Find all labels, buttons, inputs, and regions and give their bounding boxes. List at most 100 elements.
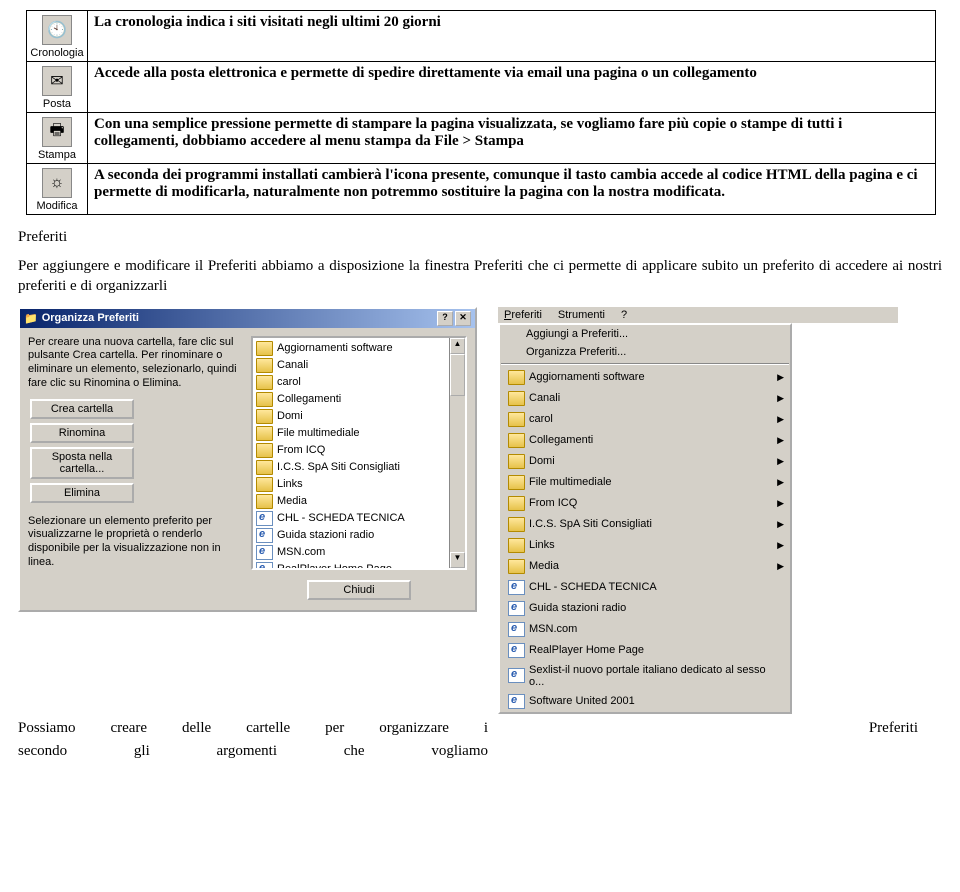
rename-button[interactable]: Rinomina bbox=[30, 423, 134, 443]
list-item[interactable]: CHL - SCHEDA TECNICA bbox=[253, 510, 465, 527]
scrollbar[interactable]: ▲ ▼ bbox=[449, 338, 465, 568]
toolbar-icon: 🕙 bbox=[42, 15, 72, 45]
menu-item[interactable]: Links ▶ bbox=[500, 535, 790, 556]
ie-icon bbox=[508, 601, 525, 616]
dialog-titlebar[interactable]: 📁 Organizza Preferiti ? ✕ bbox=[20, 309, 475, 328]
close-icon[interactable]: ✕ bbox=[455, 311, 471, 326]
menu-add-favorites[interactable]: Aggiungi a Preferiti... bbox=[500, 325, 790, 343]
list-item-label: File multimediale bbox=[277, 427, 360, 439]
folder-icon: 📁 bbox=[24, 312, 38, 325]
submenu-arrow-icon: ▶ bbox=[777, 477, 784, 488]
create-folder-button[interactable]: Crea cartella bbox=[30, 399, 134, 419]
menu-item[interactable]: Canali▶ bbox=[500, 388, 790, 409]
menu-item-label: CHL - SCHEDA TECNICA bbox=[529, 581, 657, 593]
menu-item-label: Sexlist-il nuovo portale italiano dedica… bbox=[529, 664, 772, 688]
toolbar-icon: ☼ bbox=[42, 168, 72, 198]
menu-item-label: Guida stazioni radio bbox=[529, 602, 626, 614]
menu-item[interactable]: Media▶ bbox=[500, 556, 790, 577]
menu-item-label: From ICQ bbox=[529, 497, 577, 509]
menu-item[interactable]: carol▶ bbox=[500, 409, 790, 430]
list-item-label: Media bbox=[277, 495, 307, 507]
menu-item[interactable]: MSN.com bbox=[500, 619, 790, 640]
toolbar-label: Modifica bbox=[29, 200, 85, 212]
menu-item-label: Aggiornamenti software bbox=[529, 371, 645, 383]
menu-item[interactable]: Sexlist-il nuovo portale italiano dedica… bbox=[500, 661, 790, 691]
list-item[interactable]: Collegamenti bbox=[253, 391, 465, 408]
menu-item-label: Software United 2001 bbox=[529, 695, 635, 707]
menu-item-label: Links bbox=[529, 539, 555, 551]
menu-item[interactable]: CHL - SCHEDA TECNICA bbox=[500, 577, 790, 598]
list-item[interactable]: From ICQ bbox=[253, 442, 465, 459]
list-item[interactable]: RealPlayer Home Page bbox=[253, 561, 465, 570]
ie-icon bbox=[508, 694, 525, 709]
folder-icon bbox=[508, 454, 525, 469]
folder-icon bbox=[256, 426, 273, 441]
favorites-listbox[interactable]: Aggiornamenti software Canalicarol Collega… bbox=[251, 336, 467, 570]
folder-icon bbox=[508, 517, 525, 532]
menu-tools[interactable]: Strumenti bbox=[558, 309, 605, 321]
menu-item-label: RealPlayer Home Page bbox=[529, 644, 644, 656]
list-item-label: Collegamenti bbox=[277, 393, 341, 405]
menu-item[interactable]: Collegamenti▶ bbox=[500, 430, 790, 451]
toolbar-description: Con una semplice pressione permette di s… bbox=[88, 113, 936, 164]
menu-help[interactable]: ? bbox=[621, 309, 627, 321]
menu-item-label: Domi bbox=[529, 455, 555, 467]
menu-item[interactable]: From ICQ ▶ bbox=[500, 493, 790, 514]
delete-button[interactable]: Elimina bbox=[30, 483, 134, 503]
list-item[interactable]: Aggiornamenti software bbox=[253, 340, 465, 357]
ie-icon bbox=[508, 643, 525, 658]
toolbar-cell: 🕙 Cronologia bbox=[27, 11, 88, 62]
menu-item[interactable]: Guida stazioni radio bbox=[500, 598, 790, 619]
list-item-label: Aggiornamenti software bbox=[277, 342, 393, 354]
submenu-arrow-icon: ▶ bbox=[777, 540, 784, 551]
submenu-arrow-icon: ▶ bbox=[777, 498, 784, 509]
folder-icon bbox=[256, 341, 273, 356]
organize-favorites-dialog: 📁 Organizza Preferiti ? ✕ Per creare una… bbox=[18, 307, 477, 612]
close-button[interactable]: Chiudi bbox=[307, 580, 411, 600]
submenu-arrow-icon: ▶ bbox=[777, 435, 784, 446]
list-item[interactable]: Links bbox=[253, 476, 465, 493]
menu-item[interactable]: Domi▶ bbox=[500, 451, 790, 472]
menu-organize-favorites[interactable]: Organizza Preferiti... bbox=[500, 343, 790, 361]
dialog-instructions-2: Selezionare un elemento preferito per vi… bbox=[28, 515, 243, 570]
list-item[interactable]: I.C.S. SpA Siti Consigliati bbox=[253, 459, 465, 476]
footer-text: Possiamo creare delle cartelle per organ… bbox=[18, 720, 928, 737]
menu-item-label: carol bbox=[529, 413, 553, 425]
list-item[interactable]: File multimediale bbox=[253, 425, 465, 442]
list-item[interactable]: Media bbox=[253, 493, 465, 510]
toolbar-icon: ✉ bbox=[42, 66, 72, 96]
help-button[interactable]: ? bbox=[437, 311, 453, 326]
menu-item[interactable]: File multimediale▶ bbox=[500, 472, 790, 493]
scroll-down-icon[interactable]: ▼ bbox=[450, 552, 465, 568]
menu-favorites[interactable]: PPreferitireferiti bbox=[504, 309, 542, 321]
list-item[interactable]: carol bbox=[253, 374, 465, 391]
menu-bar[interactable]: PPreferitireferiti Strumenti ? bbox=[498, 307, 898, 323]
submenu-arrow-icon: ▶ bbox=[777, 393, 784, 404]
menu-item[interactable]: Software United 2001 bbox=[500, 691, 790, 712]
list-item-label: RealPlayer Home Page bbox=[277, 563, 392, 570]
ie-icon bbox=[256, 528, 273, 543]
ie-icon bbox=[508, 580, 525, 595]
folder-icon bbox=[256, 494, 273, 509]
scroll-up-icon[interactable]: ▲ bbox=[450, 338, 465, 354]
list-item[interactable]: MSN.com bbox=[253, 544, 465, 561]
folder-icon bbox=[508, 391, 525, 406]
list-item-label: I.C.S. SpA Siti Consigliati bbox=[277, 461, 400, 473]
list-item[interactable]: Domi bbox=[253, 408, 465, 425]
menu-item-label: I.C.S. SpA Siti Consigliati bbox=[529, 518, 652, 530]
ie-icon bbox=[256, 562, 273, 570]
list-item[interactable]: Guida stazioni radio bbox=[253, 527, 465, 544]
menu-item-label: MSN.com bbox=[529, 623, 577, 635]
list-item[interactable]: Canali bbox=[253, 357, 465, 374]
menu-item[interactable]: Aggiornamenti software▶ bbox=[500, 367, 790, 388]
submenu-arrow-icon: ▶ bbox=[777, 561, 784, 572]
list-item-label: CHL - SCHEDA TECNICA bbox=[277, 512, 405, 524]
list-item-label: Links bbox=[277, 478, 303, 490]
menu-item[interactable]: RealPlayer Home Page bbox=[500, 640, 790, 661]
menu-item[interactable]: I.C.S. SpA Siti Consigliati▶ bbox=[500, 514, 790, 535]
move-to-folder-button[interactable]: Sposta nella cartella... bbox=[30, 447, 134, 479]
toolbar-label: Posta bbox=[29, 98, 85, 110]
toolbar-label: Stampa bbox=[29, 149, 85, 161]
toolbar-label: Cronologia bbox=[29, 47, 85, 59]
favorites-dropdown: Aggiungi a Preferiti... Organizza Prefer… bbox=[498, 323, 792, 714]
